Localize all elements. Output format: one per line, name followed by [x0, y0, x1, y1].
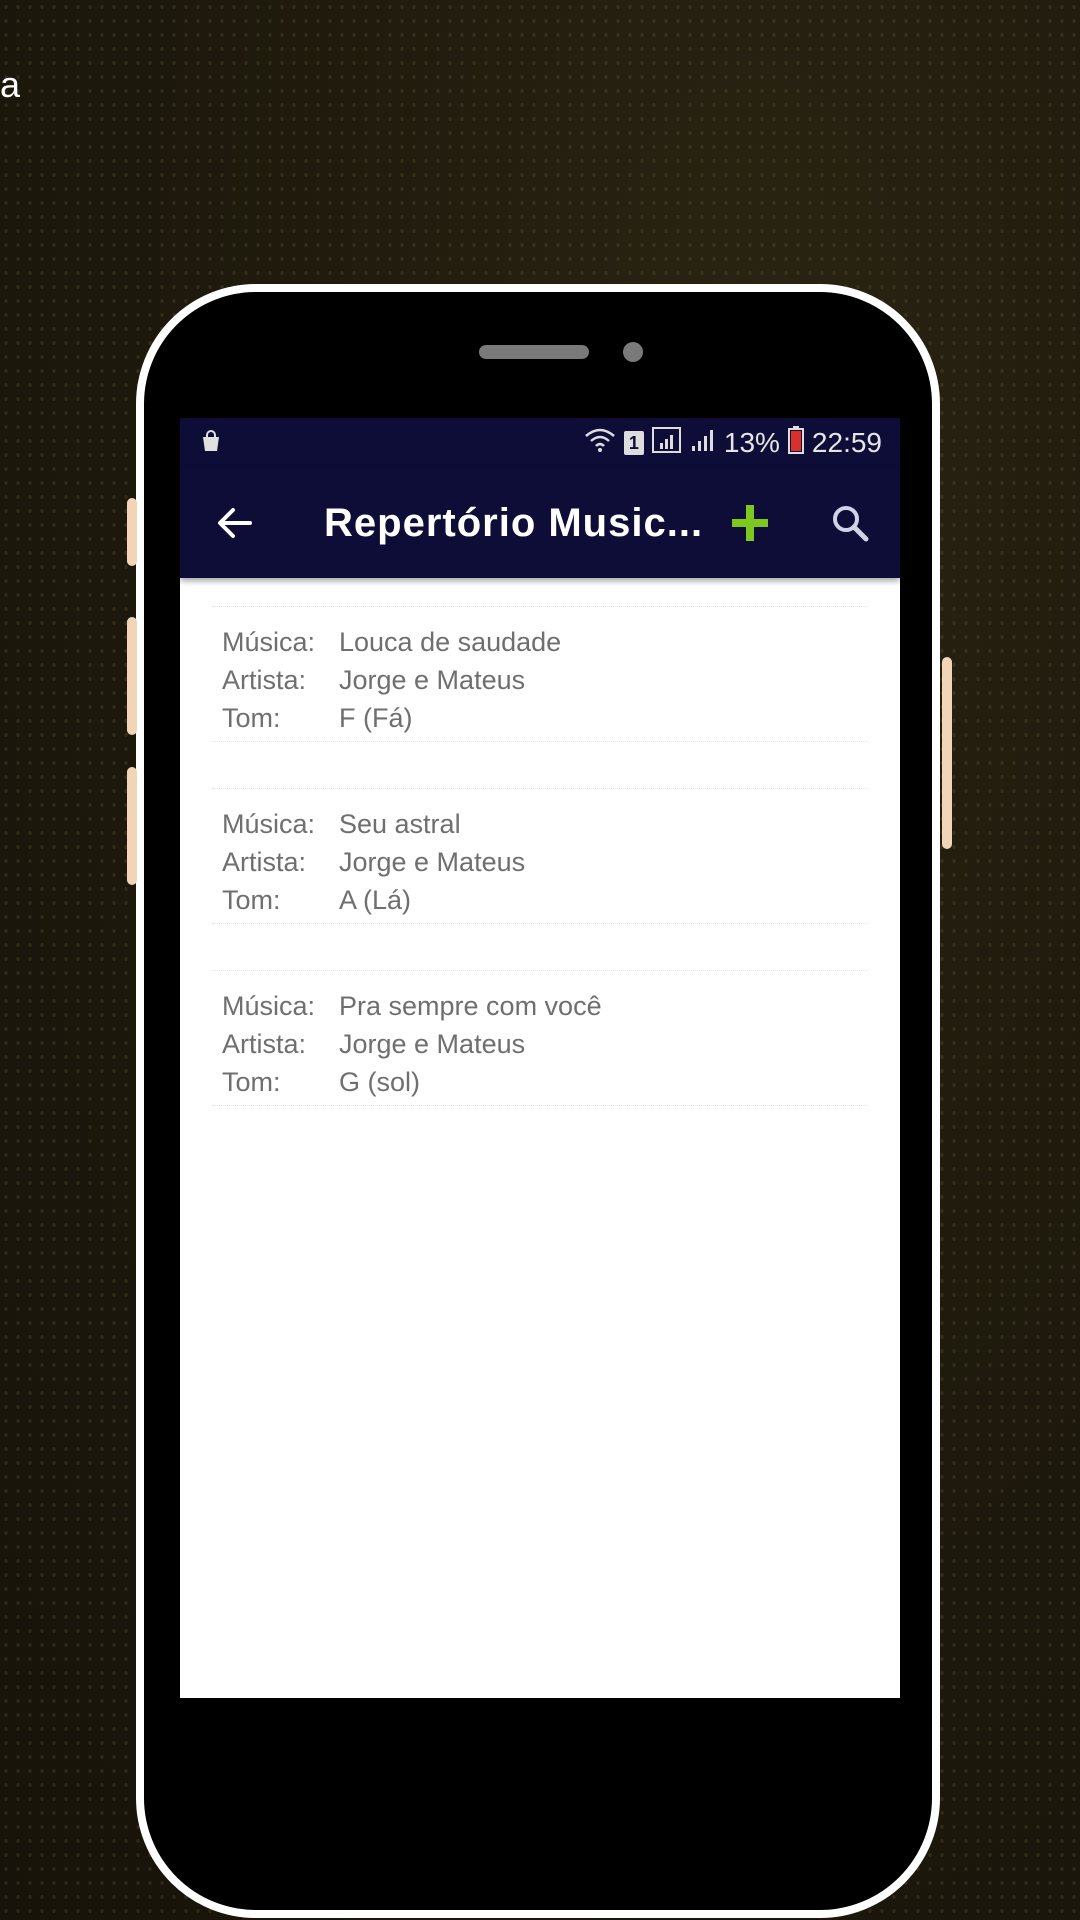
add-song-button[interactable] — [700, 468, 800, 578]
back-button[interactable] — [180, 468, 290, 578]
key-value: A (Lá) — [339, 885, 412, 915]
key-value: G (sol) — [339, 1067, 420, 1097]
key-label: Tom: — [222, 1067, 281, 1097]
music-label: Música: — [222, 627, 316, 657]
battery-percent: 13% — [723, 427, 780, 458]
arrow-left-icon — [218, 508, 252, 538]
plus-icon — [732, 505, 768, 541]
status-bar: 1 13% 22:59 — [180, 418, 900, 468]
signal-icon — [690, 427, 716, 460]
key-label: Tom: — [222, 885, 281, 915]
list-item[interactable]: Música: Pra sempre com você Artista: Jorge… — [212, 970, 868, 1106]
wifi-icon — [584, 427, 616, 460]
artist-label: Artista: — [222, 665, 307, 695]
battery-icon — [787, 425, 804, 461]
sim-icon: 1 — [623, 431, 644, 455]
earpiece-speaker — [479, 345, 589, 359]
artist-label: Artista: — [222, 847, 307, 877]
music-label: Música: — [222, 809, 316, 839]
volume-down-button — [127, 617, 137, 735]
artist-value: Jorge e Mateus — [339, 1029, 526, 1059]
front-camera — [623, 342, 643, 362]
power-button — [942, 657, 952, 849]
clock: 22:59 — [811, 427, 882, 458]
search-icon — [833, 506, 869, 542]
bag-icon — [198, 428, 224, 459]
signal-icon — [651, 426, 682, 460]
song-list: Música: Louca de saudade Artista: Jorge e … — [180, 578, 900, 1106]
list-item[interactable]: Música: Louca de saudade Artista: Jorge e … — [212, 606, 868, 742]
page-title: Repertório Music... — [324, 500, 700, 545]
music-value: Seu astral — [339, 809, 461, 839]
music-value: Louca de saudade — [339, 627, 562, 657]
search-button[interactable] — [800, 468, 900, 578]
artist-value: Jorge e Mateus — [339, 847, 526, 877]
music-value: Pra sempre com você — [339, 991, 602, 1021]
music-label: Música: — [222, 991, 316, 1021]
artist-label: Artista: — [222, 1029, 307, 1059]
app-bar: Repertório Music... — [180, 468, 900, 578]
app-screen: 1 13% 22:59 Repertório Music... Música: … — [180, 418, 900, 1698]
artist-value: Jorge e Mateus — [339, 665, 526, 695]
sim-label: 1 — [628, 432, 639, 453]
volume-up-button — [127, 498, 137, 566]
key-label: Tom: — [222, 703, 281, 733]
list-item[interactable]: Música: Seu astral Artista: Jorge e Mateus… — [212, 788, 868, 924]
key-value: F (Fá) — [339, 703, 413, 733]
bixby-button — [127, 767, 137, 885]
background-text: a — [0, 64, 21, 105]
